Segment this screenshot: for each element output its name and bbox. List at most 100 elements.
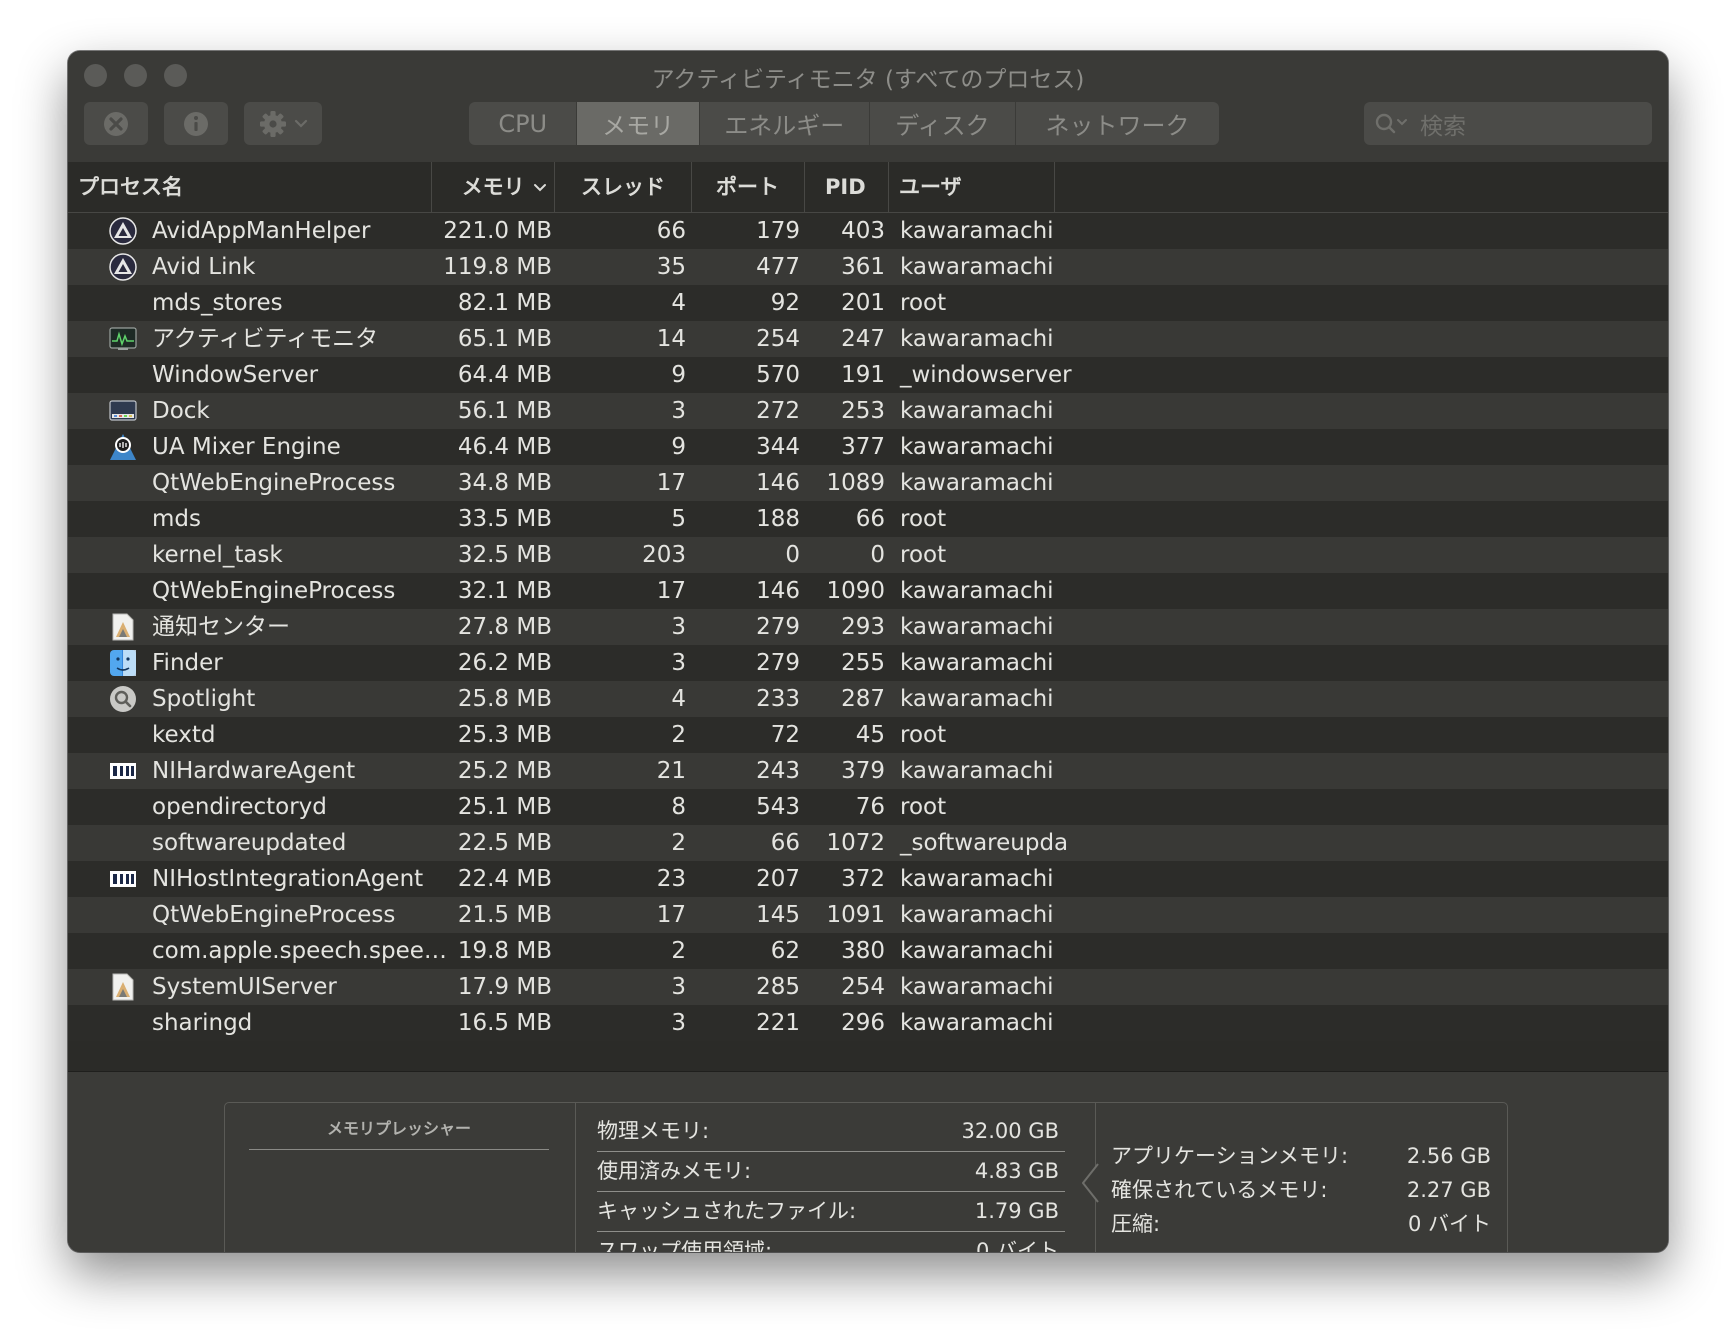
column-header-memory-label: メモリ xyxy=(461,175,525,199)
tab-memory[interactable]: メモリ xyxy=(577,102,700,145)
table-row[interactable]: mds_stores 82.1 MB 4 92 201 root xyxy=(68,285,1668,321)
user-cell: kawaramachi xyxy=(900,398,1054,424)
threads-cell: 203 xyxy=(642,542,686,568)
pid-cell: 1090 xyxy=(826,578,885,604)
memory-cell: 22.4 MB xyxy=(457,866,552,892)
table-row[interactable]: QtWebEngineProcess 32.1 MB 17 146 1090 kawara… xyxy=(68,573,1668,609)
table-row[interactable]: com.apple.speech.spee… 19.8 MB 2 62 380 kawar… xyxy=(68,933,1668,969)
threads-cell: 9 xyxy=(671,434,686,460)
no-icon xyxy=(108,537,138,573)
table-row[interactable]: NIHostIntegrationAgent 22.4 MB 23 207 372 kaw… xyxy=(68,861,1668,897)
ni-icon xyxy=(108,861,138,897)
table-row[interactable]: アクティビティモニタ 65.1 MB 14 254 247 kawaramachi xyxy=(68,321,1668,357)
table-row[interactable]: QtWebEngineProcess 21.5 MB 17 145 1091 kawara… xyxy=(68,897,1668,933)
threads-cell: 17 xyxy=(656,470,686,496)
process-name-cell: kextd xyxy=(152,722,216,748)
no-icon xyxy=(108,789,138,825)
threads-cell: 9 xyxy=(671,362,686,388)
user-cell: root xyxy=(900,722,947,748)
column-header-process-name[interactable]: プロセス名 xyxy=(78,162,432,212)
wired-memory-row: 確保されているメモリ: 2.27 GB xyxy=(1111,1173,1503,1207)
pid-cell: 0 xyxy=(870,542,885,568)
quit-process-button[interactable] xyxy=(84,102,148,145)
process-name-cell: QtWebEngineProcess xyxy=(152,902,396,928)
ports-cell: 146 xyxy=(756,578,800,604)
threads-cell: 3 xyxy=(671,974,686,1000)
pid-cell: 293 xyxy=(841,614,885,640)
user-cell: root xyxy=(900,794,947,820)
pid-cell: 403 xyxy=(841,218,885,244)
pid-cell: 201 xyxy=(841,290,885,316)
process-name-cell: WindowServer xyxy=(152,362,319,388)
pid-cell: 377 xyxy=(841,434,885,460)
action-menu-button[interactable] xyxy=(244,102,322,145)
pid-cell: 380 xyxy=(841,938,885,964)
pid-cell: 191 xyxy=(841,362,885,388)
process-name-cell: softwareupdated xyxy=(152,830,347,856)
column-header-threads[interactable]: スレッド xyxy=(555,162,692,212)
tab-disk[interactable]: ディスク xyxy=(870,102,1017,145)
table-row[interactable]: sharingd 16.5 MB 3 221 296 kawaramachi xyxy=(68,1005,1668,1041)
table-row[interactable]: SystemUIServer 17.9 MB 3 285 254 kawaramachi xyxy=(68,969,1668,1005)
memory-cell: 64.4 MB xyxy=(457,362,552,388)
tab-cpu[interactable]: CPU xyxy=(469,102,578,145)
table-row[interactable]: AvidAppManHelper 221.0 MB 66 179 403 kawarama… xyxy=(68,213,1668,249)
tab-energy[interactable]: エネルギー xyxy=(700,102,870,145)
column-header-memory[interactable]: メモリ xyxy=(432,162,555,212)
table-row[interactable]: Dock 56.1 MB 3 272 253 kawaramachi xyxy=(68,393,1668,429)
inspect-process-button[interactable] xyxy=(164,102,228,145)
gear-icon xyxy=(260,110,286,137)
table-row[interactable]: 通知センター 27.8 MB 3 279 293 kawaramachi xyxy=(68,609,1668,645)
process-name-cell: opendirectoryd xyxy=(152,794,327,820)
compressed-label: 圧縮: xyxy=(1111,1212,1161,1236)
window-title: アクティビティモニタ (すべてのプロセス) xyxy=(651,67,1085,93)
user-cell: kawaramachi xyxy=(900,1010,1054,1036)
tab-network[interactable]: ネットワーク xyxy=(1016,102,1219,145)
table-row[interactable]: Spotlight 25.8 MB 4 233 287 kawaramachi xyxy=(68,681,1668,717)
process-name-cell: AvidAppManHelper xyxy=(152,218,371,244)
ports-cell: 279 xyxy=(756,614,800,640)
search-field[interactable]: 検索 xyxy=(1364,102,1652,145)
threads-cell: 17 xyxy=(656,902,686,928)
table-row[interactable]: Avid Link 119.8 MB 35 477 361 kawaramachi xyxy=(68,249,1668,285)
user-cell: root xyxy=(900,542,947,568)
table-row[interactable]: NIHardwareAgent 25.2 MB 21 243 379 kawaramach… xyxy=(68,753,1668,789)
process-name-cell: Avid Link xyxy=(152,254,256,280)
table-row[interactable]: WindowServer 64.4 MB 9 570 191 _windowserver xyxy=(68,357,1668,393)
column-header-user[interactable]: ユーザ xyxy=(889,162,1055,212)
memory-cell: 82.1 MB xyxy=(457,290,552,316)
table-row[interactable]: QtWebEngineProcess 34.8 MB 17 146 1089 kawara… xyxy=(68,465,1668,501)
compressed-row: 圧縮: 0 バイト xyxy=(1111,1207,1503,1241)
no-icon xyxy=(108,573,138,609)
table-row[interactable]: UA Mixer Engine 46.4 MB 9 344 377 kawaramachi xyxy=(68,429,1668,465)
avid-icon xyxy=(108,249,138,285)
table-row[interactable]: Finder 26.2 MB 3 279 255 kawaramachi xyxy=(68,645,1668,681)
table-row[interactable]: opendirectoryd 25.1 MB 8 543 76 root xyxy=(68,789,1668,825)
stop-process-icon xyxy=(104,111,128,136)
process-name-cell: 通知センター xyxy=(152,614,290,640)
ports-cell: 221 xyxy=(756,1010,800,1036)
table-row[interactable]: softwareupdated 22.5 MB 2 66 1072 _softwareup… xyxy=(68,825,1668,861)
column-header-pid[interactable]: PID xyxy=(805,162,889,212)
ports-cell: 279 xyxy=(756,650,800,676)
ports-cell: 0 xyxy=(785,542,800,568)
swap-used-value: 0 バイト xyxy=(975,1239,1059,1252)
pid-cell: 1072 xyxy=(826,830,885,856)
toolbar: アクティビティモニタ (すべてのプロセス) CPU メモリ エネルギー ディスク… xyxy=(68,51,1668,163)
memory-cell: 46.4 MB xyxy=(457,434,552,460)
wired-memory-value: 2.27 GB xyxy=(1406,1178,1491,1202)
table-row[interactable]: kernel_task 32.5 MB 203 0 0 root xyxy=(68,537,1668,573)
process-name-cell: NIHardwareAgent xyxy=(152,758,356,784)
table-row[interactable]: kextd 25.3 MB 2 72 45 root xyxy=(68,717,1668,753)
no-icon xyxy=(108,285,138,321)
wired-memory-label: 確保されているメモリ: xyxy=(1111,1178,1328,1202)
table-row[interactable]: mds 33.5 MB 5 188 66 root xyxy=(68,501,1668,537)
physical-memory-row: 物理メモリ: 32.00 GB xyxy=(597,1112,1065,1152)
memory-cell: 65.1 MB xyxy=(457,326,552,352)
column-header-ports[interactable]: ポート xyxy=(692,162,805,212)
generic-app-icon xyxy=(108,969,138,1005)
used-memory-label: 使用済みメモリ: xyxy=(597,1159,752,1183)
user-cell: kawaramachi xyxy=(900,326,1054,352)
memory-cell: 32.1 MB xyxy=(457,578,552,604)
memory-cell: 21.5 MB xyxy=(457,902,552,928)
